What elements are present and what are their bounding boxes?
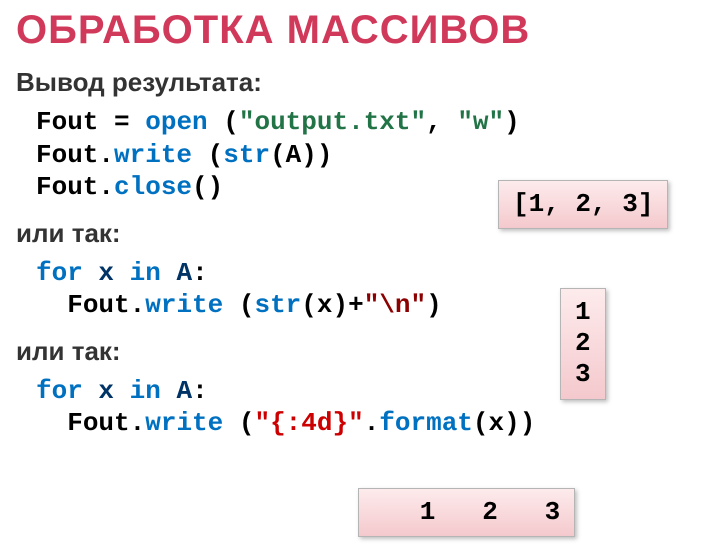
code-text: Fout.	[36, 172, 114, 202]
code-text: Fout.	[36, 140, 114, 170]
code-text: =	[98, 107, 145, 137]
code-keyword-str: str	[254, 290, 301, 320]
code-string: "w"	[457, 107, 504, 137]
code-text: :	[192, 376, 208, 406]
output-box-column: 1 2 3	[560, 288, 606, 400]
code-keyword-write: write	[114, 140, 192, 170]
code-text	[36, 290, 67, 320]
code-text: Fout.	[67, 408, 145, 438]
code-keyword-str: str	[223, 140, 270, 170]
code-text: )	[426, 290, 442, 320]
code-keyword-in: in	[130, 376, 161, 406]
code-block-2: for x in A: Fout.write (str(x)+"\n")	[36, 257, 720, 322]
code-text: (	[223, 290, 254, 320]
code-keyword-format: format	[379, 408, 473, 438]
code-text: Fout	[36, 107, 98, 137]
code-text	[83, 258, 99, 288]
section-result-label: Вывод результата:	[16, 67, 720, 98]
code-text: (A))	[270, 140, 332, 170]
code-keyword-open: open	[145, 107, 207, 137]
code-var: x	[98, 258, 114, 288]
code-text: ()	[192, 172, 223, 202]
code-keyword-in: in	[130, 258, 161, 288]
code-var: A	[176, 376, 192, 406]
code-text	[36, 408, 67, 438]
code-text	[161, 376, 177, 406]
code-text: :	[192, 258, 208, 288]
code-text: (	[223, 408, 254, 438]
code-keyword-for: for	[36, 258, 83, 288]
code-var: x	[98, 376, 114, 406]
code-keyword-close: close	[114, 172, 192, 202]
code-keyword-write: write	[145, 290, 223, 320]
code-text: ,	[426, 107, 457, 137]
code-string: "{:4d}"	[254, 408, 363, 438]
code-var: A	[176, 258, 192, 288]
code-text	[83, 376, 99, 406]
code-text: Fout.	[67, 290, 145, 320]
code-text	[114, 376, 130, 406]
code-keyword-for: for	[36, 376, 83, 406]
code-block-3: for x in A: Fout.write ("{:4d}".format(x…	[36, 375, 720, 440]
code-text	[114, 258, 130, 288]
slide-title: ОБРАБОТКА МАССИВОВ	[16, 8, 720, 53]
code-string: "output.txt"	[239, 107, 426, 137]
code-keyword-write: write	[145, 408, 223, 438]
code-text	[161, 258, 177, 288]
code-string: "\n"	[364, 290, 426, 320]
code-text: (	[192, 140, 223, 170]
code-text: (x))	[473, 408, 535, 438]
output-box-formatted: 1 2 3	[358, 488, 575, 537]
code-text: (x)+	[301, 290, 363, 320]
code-text: (	[208, 107, 239, 137]
code-text: .	[364, 408, 380, 438]
section-alt2-label: или так:	[16, 336, 720, 367]
code-text: )	[504, 107, 520, 137]
output-box-list: [1, 2, 3]	[498, 180, 668, 229]
